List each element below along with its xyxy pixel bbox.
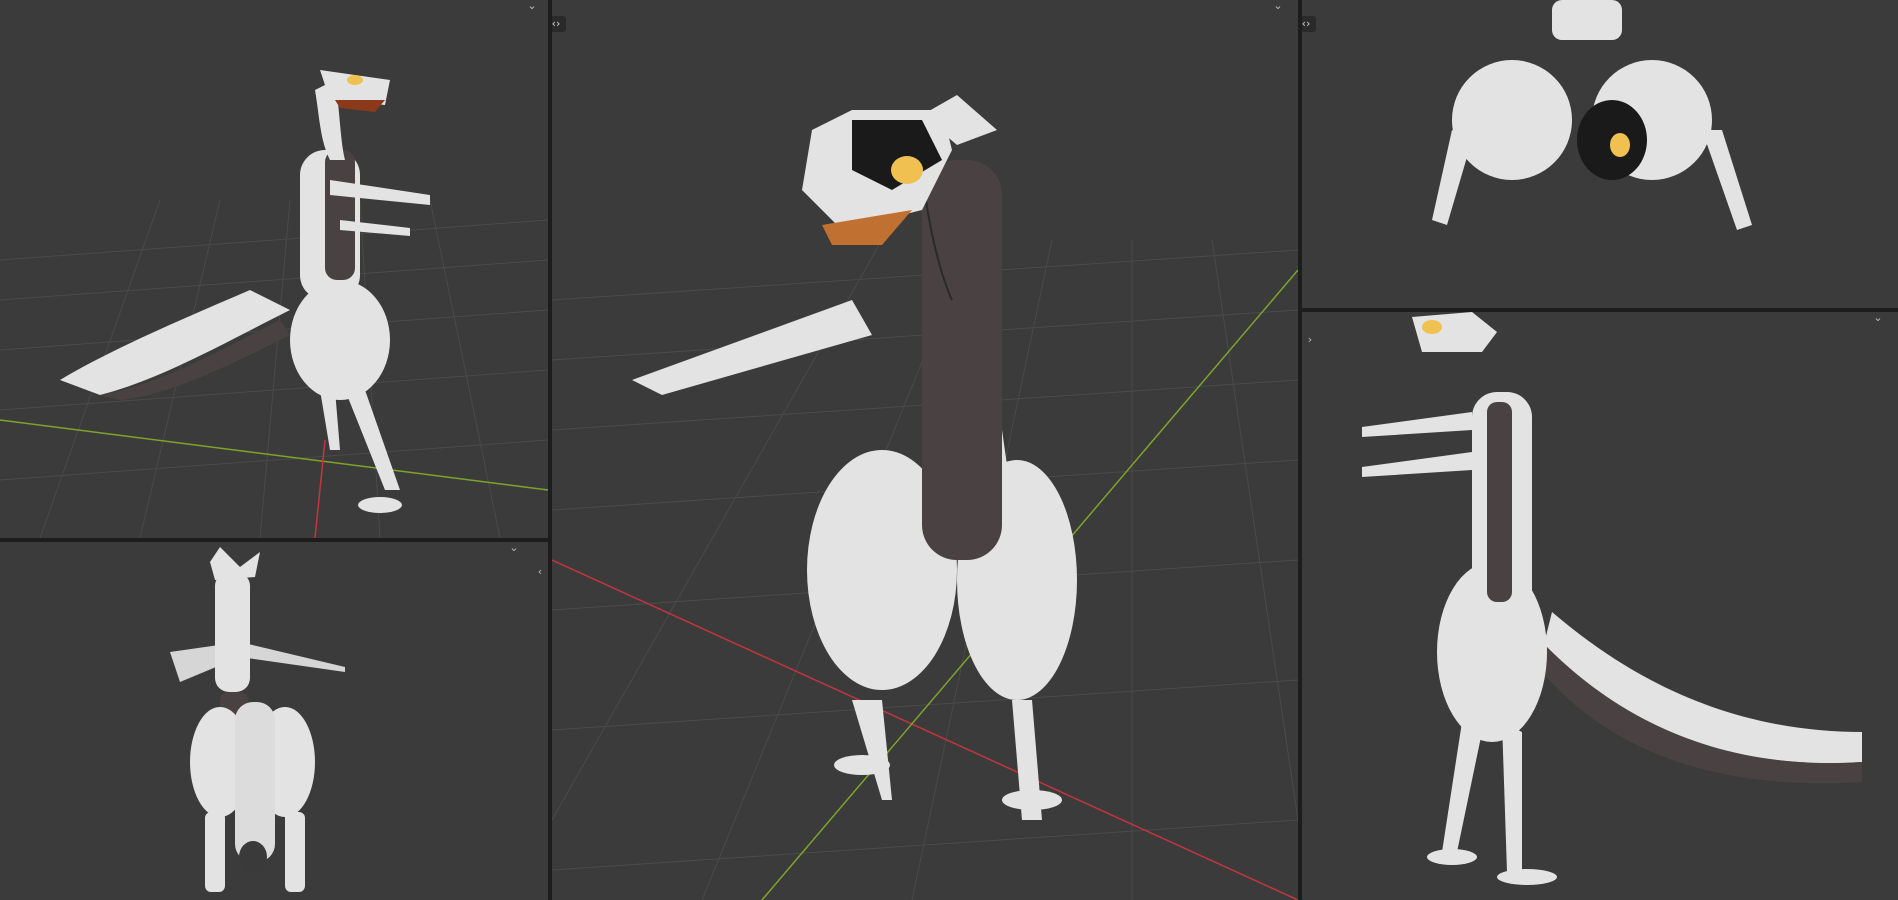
viewport-top-left[interactable]: ⌄ <box>0 0 548 538</box>
chevron-down-icon[interactable]: ⌄ <box>1270 0 1286 12</box>
viewport-bottom-right[interactable]: ⌄ › <box>1302 312 1898 900</box>
split-arrows-icon[interactable]: ‹› <box>552 16 566 32</box>
scene-bottom-right <box>1362 312 1862 885</box>
scene-bottom-left <box>170 547 345 892</box>
scene-top-left <box>0 70 548 538</box>
dragon-model-front <box>632 95 1077 820</box>
chevron-down-icon[interactable]: ⌄ <box>524 0 540 12</box>
axis-y-line <box>0 419 548 491</box>
viewport-center[interactable]: ‹› ⌄ <box>552 0 1298 900</box>
chevron-down-icon[interactable]: ⌄ <box>1870 312 1886 324</box>
viewport-top-right[interactable]: ‹› <box>1302 0 1898 308</box>
chevron-right-icon[interactable]: › <box>1302 334 1318 346</box>
scene-center <box>552 95 1298 900</box>
axis-x-line <box>314 439 326 538</box>
dragon-model-back <box>170 547 345 892</box>
chevron-down-icon[interactable]: ⌄ <box>506 542 522 554</box>
scene-top-right <box>1432 0 1752 230</box>
viewport-bottom-left[interactable]: ⌄ ‹ <box>0 542 548 900</box>
chevron-left-icon[interactable]: ‹ <box>532 566 548 578</box>
dragon-model-side-right <box>1362 312 1862 885</box>
split-arrows-icon[interactable]: ‹› <box>1302 16 1316 32</box>
dragon-model-top <box>1432 0 1752 230</box>
